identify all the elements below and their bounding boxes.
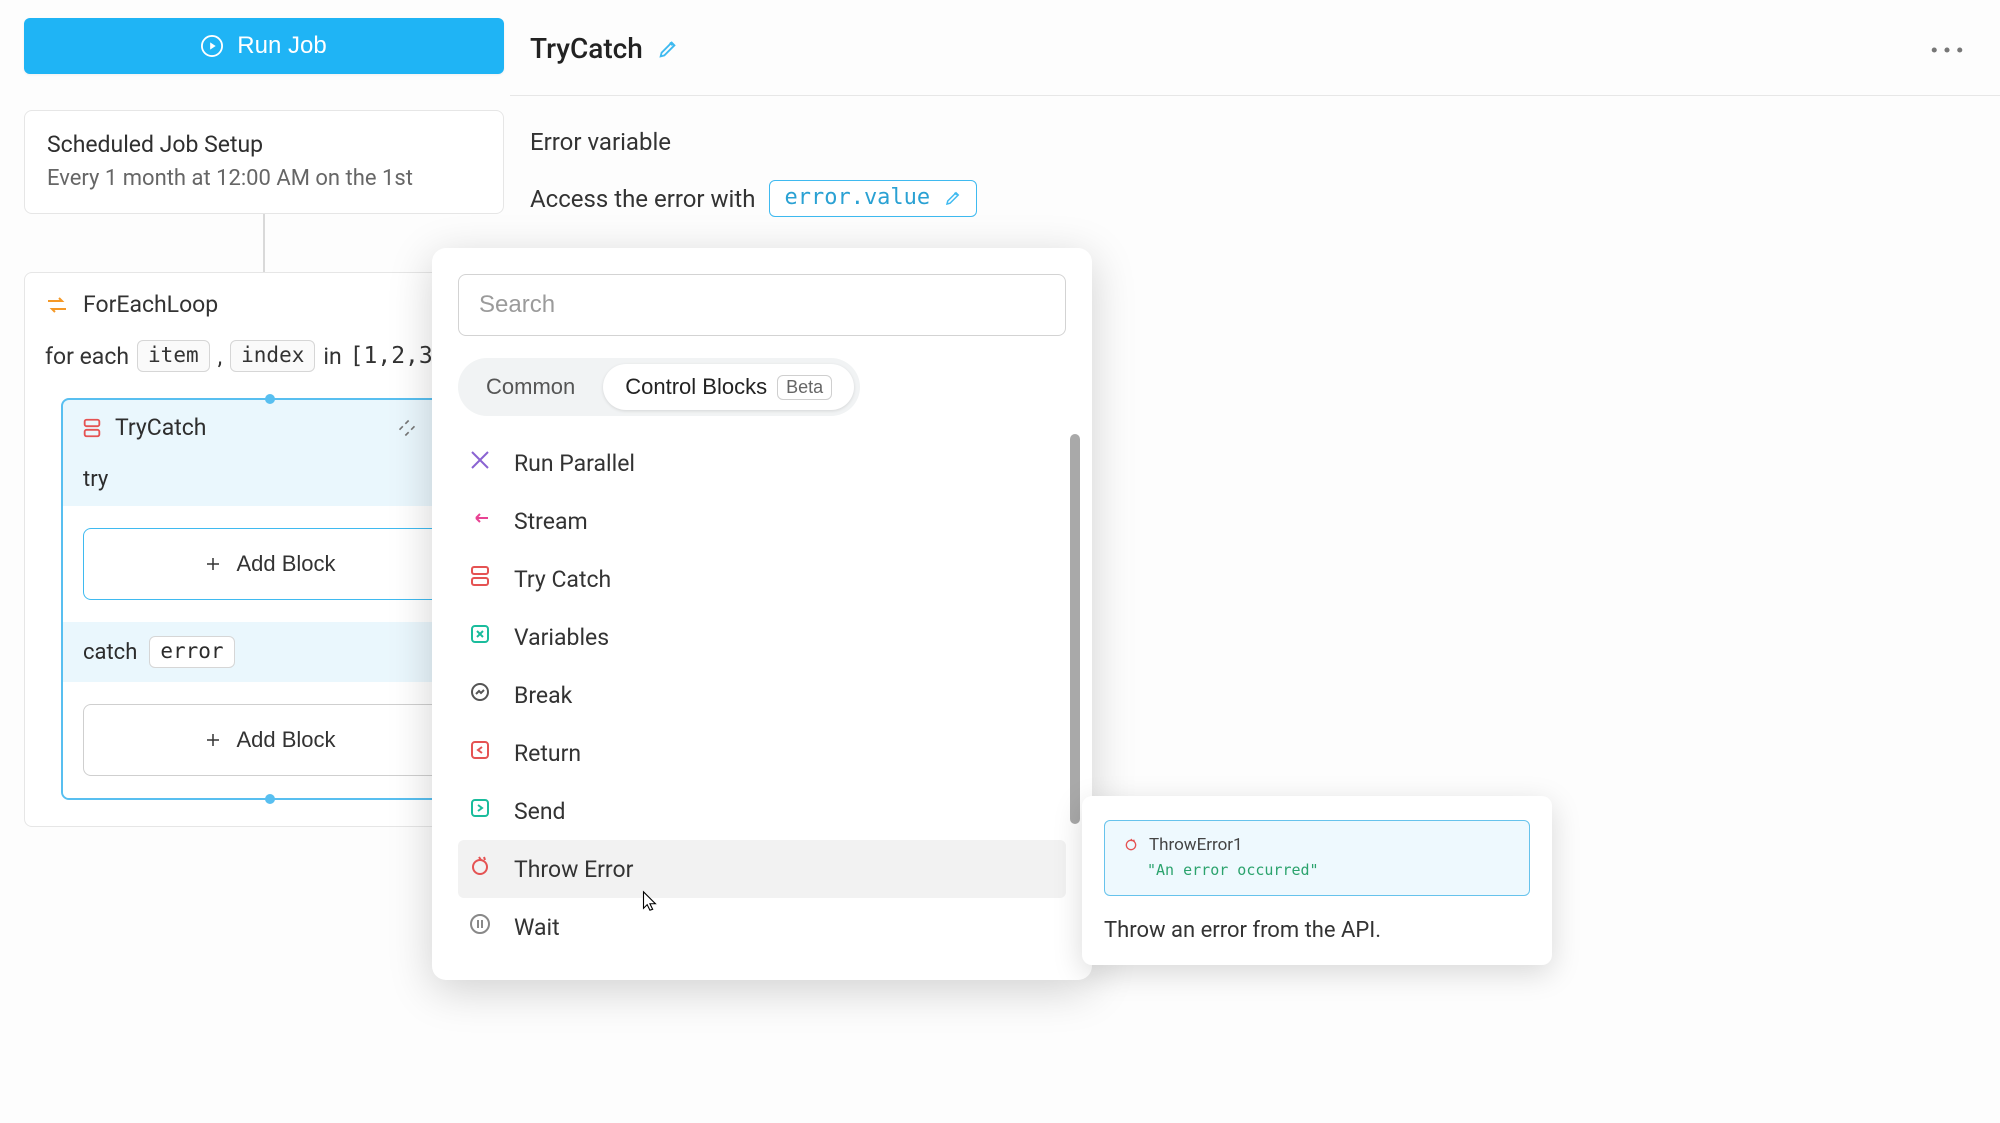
add-block-button-try[interactable]: Add Block xyxy=(83,528,457,600)
loop-icon xyxy=(45,293,69,317)
plus-icon xyxy=(204,731,222,749)
mouse-cursor xyxy=(638,890,660,912)
schedule-title: Scheduled Job Setup xyxy=(47,131,481,158)
picker-item-stream[interactable]: Stream xyxy=(458,492,1066,550)
catch-var-token[interactable]: error xyxy=(149,636,234,668)
throw-error-tooltip: ThrowError1 "An error occurred" Throw an… xyxy=(1082,796,1552,965)
run-job-label: Run Job xyxy=(237,32,326,60)
picker-tabs: Common Control Blocks Beta xyxy=(458,358,860,416)
picker-item-wait[interactable]: Wait xyxy=(458,898,1066,956)
error-variable-section: Error variable Access the error with err… xyxy=(530,128,977,217)
tab-common[interactable]: Common xyxy=(464,364,597,410)
foreach-title: ForEachLoop xyxy=(83,291,218,318)
trycatch-block[interactable]: TryCatch try Add Block catch error xyxy=(61,398,479,800)
tab-common-label: Common xyxy=(486,374,575,400)
collapse-icon[interactable] xyxy=(397,418,417,438)
error-value-chip[interactable]: error.value xyxy=(769,180,977,217)
plus-icon xyxy=(204,555,222,573)
tooltip-preview-title: ThrowError1 xyxy=(1149,835,1243,855)
picker-item-throw[interactable]: Throw Error xyxy=(458,840,1066,898)
block-picker-popover: Common Control Blocks Beta Run Parallel S… xyxy=(432,248,1092,980)
page-title: TryCatch xyxy=(530,32,643,65)
search-input[interactable] xyxy=(458,274,1066,336)
picker-item-label: Run Parallel xyxy=(514,450,635,477)
tab-control-blocks[interactable]: Control Blocks Beta xyxy=(603,364,854,410)
wait-icon xyxy=(468,912,492,942)
play-icon xyxy=(201,35,223,57)
item-token[interactable]: item xyxy=(137,340,210,372)
trycatch-title: TryCatch xyxy=(115,414,206,441)
edit-icon[interactable] xyxy=(657,38,679,60)
run-job-button[interactable]: Run Job xyxy=(24,18,504,74)
access-text: Access the error with xyxy=(530,185,755,213)
error-variable-heading: Error variable xyxy=(530,128,977,156)
page-more-button[interactable] xyxy=(1930,42,1964,61)
picker-item-label: Variables xyxy=(514,624,609,651)
vars-icon xyxy=(468,622,492,652)
picker-item-break[interactable]: Break xyxy=(458,666,1066,724)
trycatch-icon xyxy=(468,564,492,594)
break-icon xyxy=(468,680,492,710)
picker-item-label: Break xyxy=(514,682,572,709)
tab-control-label: Control Blocks xyxy=(625,374,767,400)
more-icon xyxy=(1930,43,1964,57)
parallel-icon xyxy=(468,448,492,478)
index-token[interactable]: index xyxy=(230,340,315,372)
foreach-expression: for each item , index in [1,2,3] xyxy=(45,340,483,372)
picker-item-label: Stream xyxy=(514,508,588,535)
main-header: TryCatch xyxy=(530,32,679,65)
picker-item-label: Wait xyxy=(514,914,560,941)
beta-badge: Beta xyxy=(777,375,832,400)
picker-item-vars[interactable]: Variables xyxy=(458,608,1066,666)
picker-item-parallel[interactable]: Run Parallel xyxy=(458,434,1066,492)
stream-icon xyxy=(468,506,492,536)
comma: , xyxy=(218,343,223,370)
add-block-label: Add Block xyxy=(236,727,335,753)
flow-connector xyxy=(263,214,265,272)
add-block-button-catch[interactable]: Add Block xyxy=(83,704,457,776)
edit-icon[interactable] xyxy=(944,189,962,207)
schedule-subtitle: Every 1 month at 12:00 AM on the 1st xyxy=(47,166,481,191)
divider xyxy=(510,95,2000,96)
catch-label: catch xyxy=(83,640,137,665)
send-icon xyxy=(468,796,492,826)
trycatch-icon xyxy=(81,417,103,439)
picker-item-label: Return xyxy=(514,740,581,767)
picker-item-trycatch[interactable]: Try Catch xyxy=(458,550,1066,608)
return-icon xyxy=(468,738,492,768)
scrollbar[interactable] xyxy=(1070,434,1080,824)
picker-item-return[interactable]: Return xyxy=(458,724,1066,782)
try-label: try xyxy=(83,467,108,492)
kw-for-each: for each xyxy=(45,343,129,370)
catch-section-label: catch error xyxy=(63,622,477,682)
kw-in: in xyxy=(323,343,341,370)
picker-item-label: Try Catch xyxy=(514,566,611,593)
picker-item-send[interactable]: Send xyxy=(458,782,1066,840)
add-block-label: Add Block xyxy=(236,551,335,577)
picker-item-label: Send xyxy=(514,798,566,825)
schedule-card[interactable]: Scheduled Job Setup Every 1 month at 12:… xyxy=(24,110,504,214)
error-token: error.value xyxy=(784,185,930,210)
picker-item-label: Throw Error xyxy=(514,856,633,883)
throw-icon xyxy=(1123,837,1139,853)
try-section-label: try xyxy=(63,453,477,506)
tooltip-preview: ThrowError1 "An error occurred" xyxy=(1104,820,1530,896)
tooltip-description: Throw an error from the API. xyxy=(1104,918,1530,943)
tooltip-preview-message: "An error occurred" xyxy=(1147,861,1511,879)
throw-icon xyxy=(468,854,492,884)
picker-list: Run Parallel Stream Try Catch Variables Brea… xyxy=(458,434,1066,956)
